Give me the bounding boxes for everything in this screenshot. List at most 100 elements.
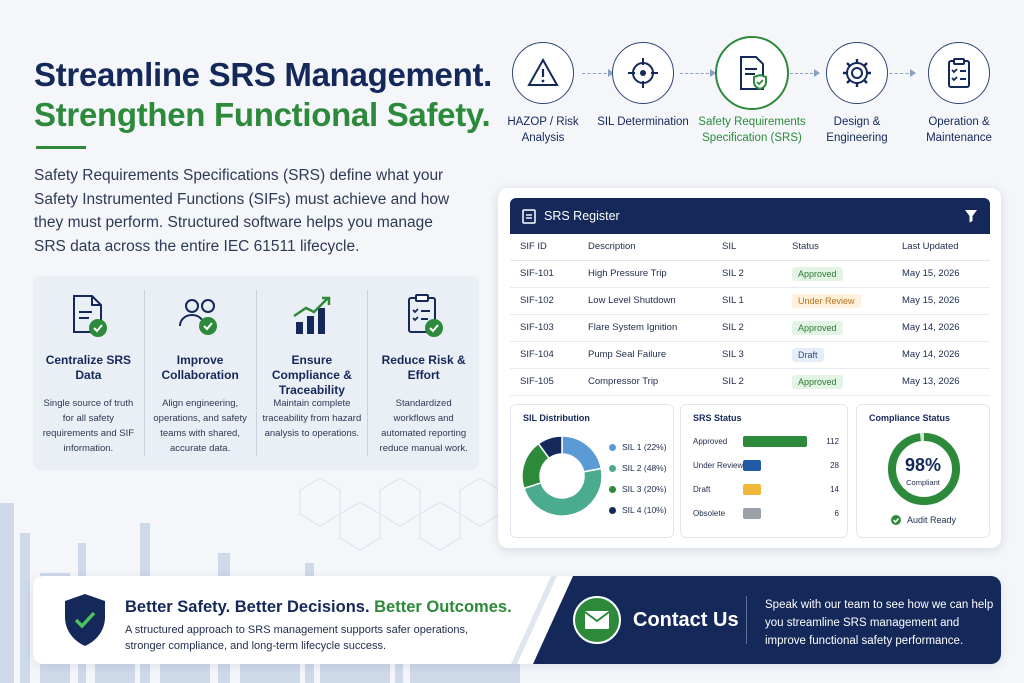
status-count: 112 [826,437,839,446]
legend-label: SIL 3 (20%) [622,484,667,494]
sif-description: Compressor Trip [578,368,712,396]
contact-description: Speak with our team to see how we can he… [765,599,994,647]
step-label: HAZOP / Risk Analysis [507,116,579,144]
checklist-icon [407,294,443,337]
table-header-row: SIF ID Description SIL Status Last Updat… [510,234,990,261]
sil-distribution-title: SIL Distribution [523,413,590,423]
table-row[interactable]: SIF-104 Pump Seal Failure SIL 3 Draft Ma… [510,341,990,369]
sil-distribution-panel: SIL Distribution SIL 1 (22%) SIL 2 (48%)… [510,404,674,538]
benefit-description: Maintain complete traceability from haza… [262,398,362,439]
audit-ready-label: Audit Ready [907,515,957,525]
status-count: 6 [834,509,839,518]
benefit-reduce-risk: Reduce Risk & Effort Standardized workfl… [368,290,479,456]
warning-icon [527,57,559,86]
benefit-title: Ensure Compliance & Traceability [271,353,352,397]
team-check-icon [179,299,218,335]
status-label: Obsolete [693,509,726,518]
headline-primary: Streamline SRS Management. [34,56,493,93]
lifecycle-process-flow: HAZOP / Risk Analysis SIL Determination [500,36,1020,167]
status-bar [743,508,761,519]
step-operation: Operation & Maintenance [904,42,1014,146]
status-badge: Under Review [792,293,861,308]
status-label: Under Review [693,461,744,470]
sif-sil: SIL 3 [712,341,782,369]
benefit-title: Centralize SRS Data [45,353,132,382]
step-srs: Safety Requirements Specification (SRS) [694,36,810,146]
contact-us-button[interactable]: Contact Us [573,596,739,644]
filter-icon[interactable] [964,209,978,223]
legend-item: SIL 2 (48%) [609,458,667,479]
column-header[interactable]: Status [782,234,892,261]
status-badge: Approved [792,266,843,281]
contact-us-label[interactable]: Contact Us [633,609,739,632]
srs-status-panel: SRS Status Approved 112 Under Review 28 Draf… [680,404,848,538]
sil-legend: SIL 1 (22%) SIL 2 (48%) SIL 3 (20%) SIL … [609,437,667,521]
table-row[interactable]: SIF-101 High Pressure Trip SIL 2 Approve… [510,260,990,288]
last-updated: May 15, 2026 [892,260,990,288]
shield-check-icon [65,594,105,646]
document-shield-icon [740,56,767,91]
table-row[interactable]: SIF-102 Low Level Shutdown SIL 1 Under R… [510,287,990,315]
last-updated: May 14, 2026 [892,314,990,342]
legend-label: SIL 4 (10%) [622,505,667,515]
sif-description: High Pressure Trip [578,260,712,288]
benefit-description: Single source of truth for all safety re… [42,398,135,454]
step-sil-determination: SIL Determination [588,42,698,130]
benefits-panel: Centralize SRS Data Single source of tru… [33,276,479,470]
status-count: 28 [830,461,839,470]
step-design: Design & Engineering [802,42,912,146]
status-row: Draft 14 [693,483,839,497]
sif-id: SIF-101 [510,260,578,288]
sif-description: Pump Seal Failure [578,341,712,369]
sif-id: SIF-103 [510,314,578,342]
banner-title-highlight: Better Outcomes. [374,598,512,616]
step-label: Safety Requirements Specification (SRS) [698,116,806,144]
sif-sil: SIL 2 [712,260,782,288]
table-row[interactable]: SIF-105 Compressor Trip SIL 2 Approved M… [510,368,990,396]
sil-donut-chart [521,435,603,517]
status-count: 14 [830,485,839,494]
banner-title: Better Safety. Better Decisions. Better … [125,598,512,617]
benefit-description: Align engineering, operations, and safet… [153,398,247,454]
intro-paragraph: Safety Requirements Specifications (SRS)… [34,167,450,255]
column-header[interactable]: Description [578,234,712,261]
legend-item: SIL 3 (20%) [609,479,667,500]
sif-sil: SIL 2 [712,368,782,396]
benefit-title: Reduce Risk & Effort [381,353,466,382]
status-bar [743,460,761,471]
audit-ready-indicator: Audit Ready [891,515,956,525]
step-label: SIL Determination [597,116,689,128]
sif-description: Flare System Ignition [578,314,712,342]
benefit-centralize: Centralize SRS Data Single source of tru… [33,290,145,456]
srs-register-table: SIF ID Description SIL Status Last Updat… [510,234,990,396]
sif-id: SIF-105 [510,368,578,396]
gear-icon [843,59,871,87]
headline-divider [36,146,86,149]
srs-dashboard-card: SRS Register SIF ID Description SIL Stat… [498,188,1001,548]
status-row: Approved 112 [693,435,839,449]
sif-id: SIF-102 [510,287,578,315]
status-bar [743,436,807,447]
sif-id: SIF-104 [510,341,578,369]
sif-sil: SIL 2 [712,314,782,342]
compliance-value: 98% [904,455,942,475]
mail-icon [584,611,610,629]
status-badge: Approved [792,320,843,335]
step-label: Design & Engineering [826,116,888,144]
table-row[interactable]: SIF-103 Flare System Ignition SIL 2 Appr… [510,314,990,342]
legend-label: SIL 1 (22%) [622,442,667,452]
register-icon [522,209,536,224]
column-header[interactable]: SIL [712,234,782,261]
bottom-banner: Better Safety. Better Decisions. Better … [33,576,1001,664]
column-header[interactable]: Last Updated [892,234,990,261]
column-header[interactable]: SIF ID [510,234,578,261]
last-updated: May 13, 2026 [892,368,990,396]
benefit-description: Standardized workflows and automated rep… [379,398,468,454]
last-updated: May 14, 2026 [892,341,990,369]
sif-description: Low Level Shutdown [578,287,712,315]
compliance-label: Compliant [906,478,940,487]
target-icon [628,58,658,88]
sif-sil: SIL 1 [712,287,782,315]
check-circle-icon [891,515,901,525]
clipboard-check-icon [948,58,970,88]
